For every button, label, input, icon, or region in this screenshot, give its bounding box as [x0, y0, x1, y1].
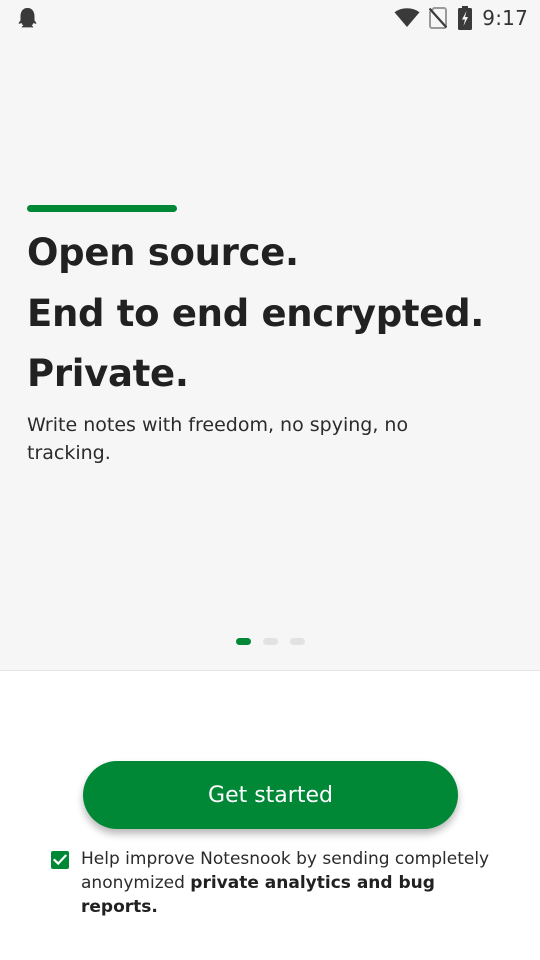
checkmark-icon — [53, 854, 67, 866]
no-sim-icon — [429, 7, 448, 29]
battery-charging-icon — [458, 6, 473, 30]
onboarding-hero: 9:17 Open source. End to end encrypted. … — [0, 0, 540, 671]
status-icons: 9:17 — [394, 5, 528, 31]
analytics-consent-checkbox[interactable] — [51, 851, 69, 869]
status-bar: 9:17 — [0, 0, 540, 36]
headline-line-1: Open source. — [27, 231, 299, 274]
ghost-notification-icon — [17, 7, 38, 29]
page-dot-2[interactable] — [263, 638, 278, 645]
headline-line-3: Private. — [27, 352, 189, 395]
get-started-button[interactable]: Get started — [83, 761, 458, 829]
headline-line-2: End to end encrypted. — [27, 292, 485, 335]
analytics-consent: Help improve Notesnook by sending comple… — [51, 847, 511, 919]
page-dot-1[interactable] — [236, 638, 251, 645]
status-time: 9:17 — [482, 6, 528, 30]
page-indicator — [236, 638, 317, 645]
page-dot-3[interactable] — [290, 638, 305, 645]
wifi-icon — [394, 8, 420, 28]
analytics-consent-text: Help improve Notesnook by sending comple… — [81, 847, 511, 919]
accent-bar — [27, 205, 177, 212]
onboarding-screen: 9:17 Open source. End to end encrypted. … — [0, 0, 540, 960]
onboarding-subtitle: Write notes with freedom, no spying, no … — [27, 414, 409, 464]
